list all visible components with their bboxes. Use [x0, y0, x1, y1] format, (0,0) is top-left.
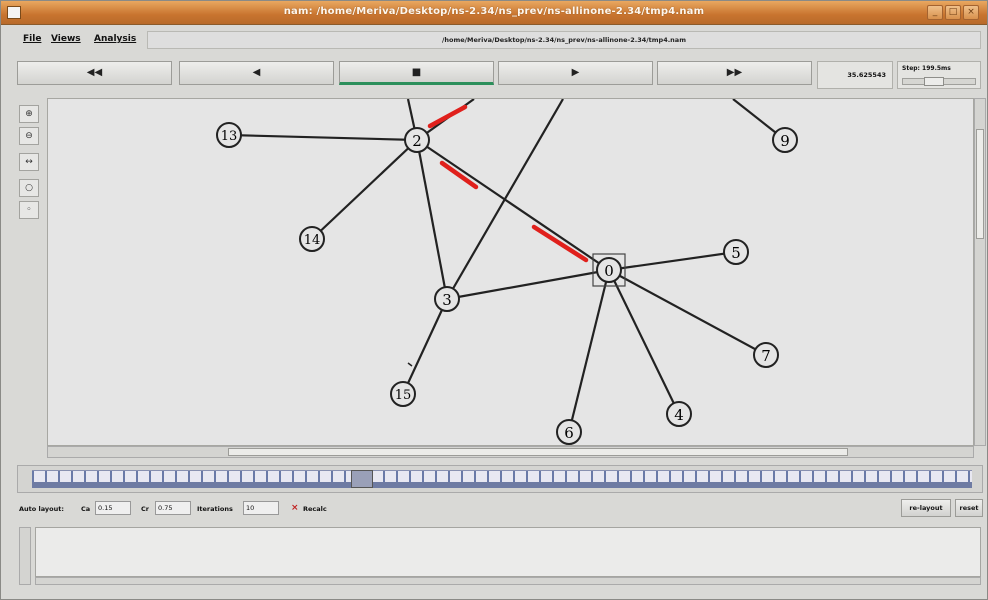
maximize-button[interactable]: □ — [945, 5, 961, 20]
menu-views[interactable]: Views — [51, 34, 81, 44]
node-3[interactable]: 3 — [434, 286, 460, 312]
node-9-label: 9 — [780, 132, 790, 150]
ca-input[interactable]: 0.15 — [95, 501, 131, 515]
node-3-label: 3 — [442, 291, 452, 309]
topology-graph: 0 2 3 4 5 6 7 9 13 14 15 — [216, 99, 798, 445]
re-layout-button[interactable]: re-layout — [901, 499, 951, 517]
output-horizontal-scrollbar[interactable] — [35, 577, 981, 585]
title-bar[interactable]: nam: /home/Meriva/Desktop/ns-2.34/ns_pre… — [1, 1, 987, 25]
play-button[interactable]: ▶ — [498, 61, 653, 85]
node-7-label: 7 — [761, 347, 771, 365]
node-2[interactable]: 2 — [404, 127, 430, 153]
canvas-vertical-scrollbar[interactable] — [974, 98, 986, 446]
nam-window: nam: /home/Meriva/Desktop/ns-2.34/ns_pre… — [0, 0, 988, 600]
link-13-2 — [228, 133, 418, 142]
dot-icon[interactable]: ◦ — [19, 201, 39, 219]
link-3-offscreen — [446, 99, 564, 300]
step-control: Step: 199.5ms — [897, 61, 981, 89]
node-0[interactable]: 0 — [596, 257, 622, 283]
node-9[interactable]: 9 — [772, 127, 798, 153]
fast-forward-button[interactable]: ▶▶ — [657, 61, 812, 85]
menu-file[interactable]: File — [23, 34, 41, 44]
cr-label: Cr — [141, 505, 149, 513]
file-path-display: /home/Meriva/Desktop/ns-2.34/ns_prev/ns-… — [147, 31, 981, 49]
scroll-thumb[interactable] — [976, 129, 984, 239]
links — [228, 99, 786, 433]
link-2-0 — [416, 139, 610, 271]
network-canvas[interactable]: 0 2 3 4 5 6 7 9 13 14 15 — [47, 98, 974, 446]
link-2-14 — [311, 139, 418, 240]
link-0-4 — [608, 269, 680, 415]
simulation-time: 35.625543 — [817, 61, 893, 89]
zoom-out-icon[interactable]: ⊖ — [19, 127, 39, 145]
reset-button[interactable]: reset — [955, 499, 983, 517]
node-6-label: 6 — [564, 424, 574, 442]
step-slider-thumb[interactable] — [924, 77, 944, 86]
step-back-button[interactable]: ◀ — [179, 61, 334, 85]
recalc-label: Recalc — [303, 505, 327, 513]
link-3-15 — [402, 298, 448, 395]
step-label: Step: 199.5ms — [902, 65, 951, 72]
playback-controls: ◀◀ ◀ ■ ▶ ▶▶ — [17, 61, 813, 87]
node-14-label: 14 — [304, 233, 321, 248]
link-3-0 — [446, 268, 610, 301]
minimize-button[interactable]: _ — [927, 5, 943, 20]
node-4[interactable]: 4 — [666, 401, 692, 427]
node-14[interactable]: 14 — [299, 226, 325, 252]
cr-input[interactable]: 0.75 — [155, 501, 191, 515]
auto-layout-panel: Auto layout: Ca 0.15 Cr 0.75 Iterations … — [17, 499, 983, 521]
scroll-thumb[interactable] — [228, 448, 848, 456]
packet-drop — [407, 362, 413, 367]
iterations-label: Iterations — [197, 505, 233, 513]
rewind-button[interactable]: ◀◀ — [17, 61, 172, 85]
stop-button[interactable]: ■ — [339, 61, 494, 85]
auto-layout-label: Auto layout: — [19, 505, 64, 513]
packet — [427, 104, 468, 129]
ca-label: Ca — [81, 505, 91, 513]
node-13[interactable]: 13 — [216, 122, 242, 148]
time-ruler-bar — [32, 482, 972, 488]
node-15-label: 15 — [395, 388, 412, 403]
output-vertical-scrollbar[interactable] — [19, 527, 31, 585]
node-2-label: 2 — [412, 132, 422, 150]
node-0-label: 0 — [604, 262, 614, 280]
menu-bar: File Views Analysis /home/Meriva/Desktop… — [9, 31, 981, 51]
node-13-label: 13 — [221, 129, 238, 144]
annotation-output-area[interactable] — [35, 527, 981, 577]
time-slider[interactable] — [17, 465, 983, 493]
node-5-label: 5 — [731, 244, 741, 262]
iterations-input[interactable]: 10 — [243, 501, 279, 515]
packets — [427, 104, 589, 263]
canvas-horizontal-scrollbar[interactable] — [47, 446, 974, 458]
node-6[interactable]: 6 — [556, 419, 582, 445]
menu-analysis[interactable]: Analysis — [94, 34, 136, 44]
close-button[interactable]: × — [963, 5, 979, 20]
link-0-6 — [567, 269, 611, 433]
zoom-toolbox: ⊕ ⊖ ↔ ○ ◦ — [17, 101, 43, 221]
packet — [531, 224, 589, 263]
packet — [439, 160, 479, 190]
zoom-in-icon[interactable]: ⊕ — [19, 105, 39, 123]
link-0-5 — [608, 250, 737, 272]
link-0-7 — [608, 269, 767, 356]
window-title: nam: /home/Meriva/Desktop/ns-2.34/ns_pre… — [283, 6, 705, 17]
recalc-checkbox[interactable]: × — [291, 504, 299, 513]
circle-icon[interactable]: ○ — [19, 179, 39, 197]
node-15[interactable]: 15 — [390, 381, 416, 407]
node-4-label: 4 — [674, 406, 684, 424]
node-7[interactable]: 7 — [753, 342, 779, 368]
node-5[interactable]: 5 — [723, 239, 749, 265]
time-slider-thumb[interactable] — [351, 470, 373, 488]
pan-icon[interactable]: ↔ — [19, 153, 39, 171]
